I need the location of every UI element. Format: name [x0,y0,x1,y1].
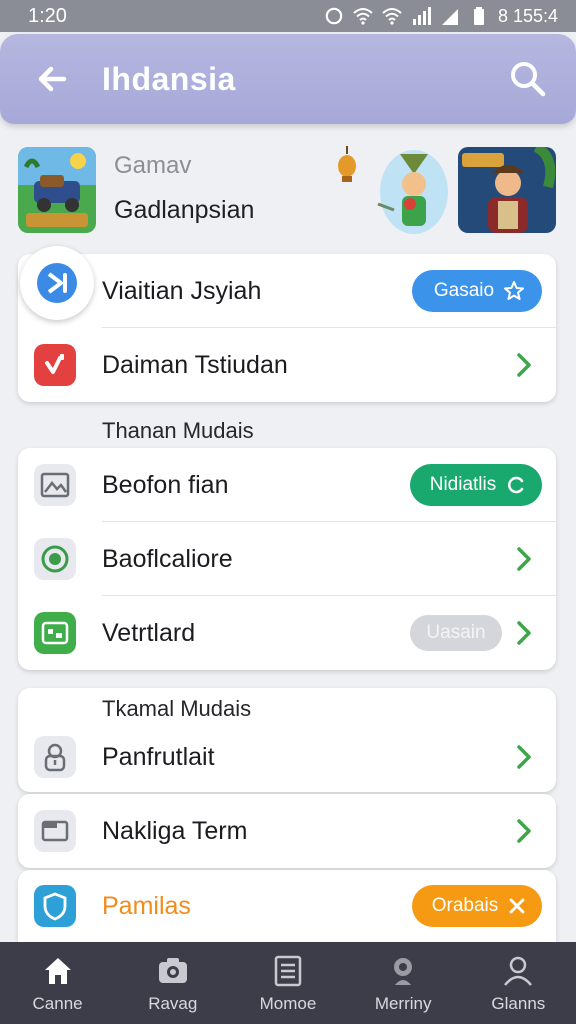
person-icon [501,954,535,988]
game-art-icon [18,147,96,233]
nav-item-merriny[interactable]: Merriny [353,954,453,1014]
list-item-pamilas[interactable]: Pamilas Orabais [18,870,556,942]
nav-label: Ravag [148,994,198,1013]
pill-label: Gasaio [433,280,495,301]
list-item-viaitian[interactable]: Viaitian Jsyiah Gasaio [18,246,556,328]
row-icon-wrap [34,344,76,386]
settings-card-3: Tkamal Mudais Panfrutlait [18,688,556,792]
settings-card-4: Pamilas Orabais [18,870,556,942]
bottom-navigation: Canne Ravag Momoe Merriny Glanns [0,942,576,1024]
status-icons: 8 155:4 [324,6,558,27]
location-icon [386,954,420,988]
signal-alt-icon [440,7,460,25]
nidiatlis-pill-button[interactable]: Nidiatlis [410,464,542,506]
wifi-alt-icon [382,7,402,25]
list-item-baoflcaliore[interactable]: Baoflcaliore [18,522,556,596]
status-bar: 1:20 8 155:4 [0,0,576,32]
arrow-left-icon [38,66,67,92]
chevron-right-icon [512,350,536,380]
list-item-beofon[interactable]: Beofon fian Nidiatlis [18,448,556,522]
list-icon [271,954,305,988]
row-icon-wrap [34,612,76,654]
nav-item-momoe[interactable]: Momoe [238,954,338,1014]
row-icon-wrap [34,464,76,506]
chevron-right-icon [512,544,536,574]
pill-label: Uasain [426,622,486,643]
section-header-1: Thanan Mudais [102,418,254,443]
folder-icon [41,820,69,842]
row-icon-wrap [34,885,76,927]
gasaio-pill-button[interactable]: Gasaio [412,270,542,312]
chevron-right-icon [512,816,536,846]
nav-item-ravag[interactable]: Ravag [123,954,223,1014]
list-item-panfrutlait[interactable]: Panfrutlait [18,720,556,794]
row-label: Daiman Tstiudan [102,350,288,379]
nav-label: Glanns [491,994,546,1013]
search-icon [511,62,546,97]
shield-icon [43,892,67,921]
row-icon-wrap [34,736,76,778]
back-button[interactable] [32,59,72,99]
home-icon [41,954,75,988]
settings-card-2: Beofon fian Nidiatlis Baoflcaliore Vetrt… [18,448,556,670]
status-right-text: 8 155:4 [497,5,558,26]
row-label: Panfrutlait [102,742,215,771]
close-icon [509,898,525,914]
list-item-nakliga[interactable]: Nakliga Term [18,794,556,868]
image-icon [40,472,70,498]
play-circle-icon [37,263,77,303]
section-header-2: Tkamal Mudais [102,696,252,721]
row-icon-wrap [34,538,76,580]
pill-label: Nidiatlis [429,474,497,495]
nav-label: Merriny [374,994,432,1013]
check-badge-icon [45,354,64,374]
refresh-icon [508,476,524,494]
nav-label: Momoe [259,994,317,1013]
record-icon [41,545,69,573]
wifi-icon [353,7,373,25]
settings-card-1: Viaitian Jsyiah Gasaio Daiman Tstiudan [18,246,556,402]
row-label: Nakliga Term [102,816,248,845]
row-label: Vetrtlard [102,618,196,647]
battery-icon [469,7,489,25]
featured-title: Gamav [114,152,192,179]
nav-item-glanns[interactable]: Glanns [468,954,568,1014]
row-icon-wrap [34,810,76,852]
do-not-disturb-icon [324,7,344,25]
uasain-pill-button[interactable]: Uasain [410,615,502,651]
adventure-art-icon [458,147,556,233]
settings-card-3b: Nakliga Term [18,794,556,868]
row-label: Pamilas [102,891,191,920]
grid-app-icon [41,621,69,645]
star-outline-icon [504,281,525,300]
game-thumbnail-adventure[interactable] [458,147,556,233]
chevron-right-icon [512,618,536,648]
row-icon-wrap [20,246,94,320]
featured-subtitle: Gadlanpsian [114,196,255,224]
lock-icon [44,743,66,772]
list-item-vetrtlard[interactable]: Vetrtlard Uasain [18,596,556,670]
app-header: Ihdansia [0,34,576,124]
row-label: Baoflcaliore [102,544,233,573]
character-art-icon [377,150,448,234]
list-item-daiman[interactable]: Daiman Tstiudan [18,328,556,402]
row-label: Beofon fian [102,470,229,499]
orabais-pill-button[interactable]: Orabais [412,885,542,927]
search-button[interactable] [506,57,550,101]
page-title: Ihdansia [102,60,236,97]
camera-icon [156,954,190,988]
status-time: 1:20 [28,4,67,27]
game-thumbnail-journey[interactable] [18,147,96,233]
featured-games-row: Gamav Gadlanpsian [18,142,558,238]
row-label: Viaitian Jsyiah [102,276,262,305]
lantern-icon [336,146,358,186]
signal-icon [411,7,431,25]
game-thumbnail-character[interactable] [370,144,448,234]
nav-label: Canne [32,994,83,1013]
pill-label: Orabais [431,895,499,916]
chevron-right-icon [512,742,536,772]
nav-item-canne[interactable]: Canne [8,954,108,1014]
